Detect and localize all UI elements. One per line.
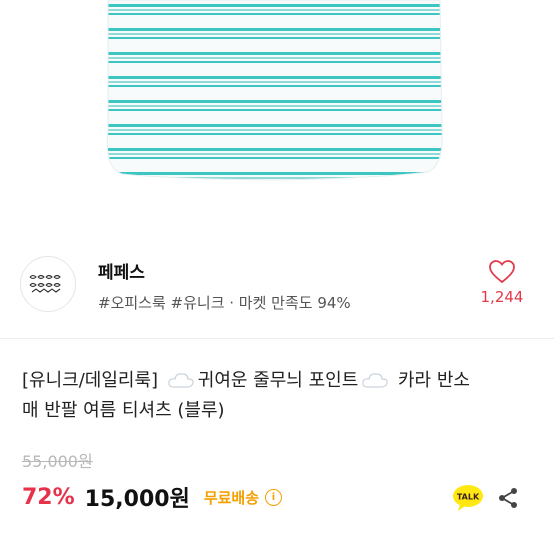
heart-outline-icon	[489, 260, 515, 284]
seller-avatar[interactable]	[20, 256, 76, 312]
like-count: 1,244	[480, 288, 524, 306]
discount-rate: 72%	[22, 484, 75, 510]
seller-tags: #오피스룩 #유니크 · 마켓 만족도 94%	[98, 294, 351, 312]
like-button[interactable]: 1,244	[472, 260, 532, 306]
seller-name[interactable]: 페페스	[98, 258, 145, 283]
free-shipping-label: 무료배송	[203, 488, 260, 507]
kakao-talk-icon: TALK	[453, 485, 483, 511]
cloud-icon	[168, 373, 194, 388]
price-row: 72% 15,000원 무료배송 i	[22, 480, 283, 514]
cloud-icon	[362, 373, 388, 388]
info-circle-icon[interactable]: i	[265, 488, 283, 506]
divider	[0, 338, 554, 339]
seller-info[interactable]: 페페스 #오피스룩 #유니크 · 마켓 만족도 94% 1,244	[0, 240, 554, 328]
share-button[interactable]	[496, 486, 520, 510]
title-tag: [유니크/데일리룩]	[22, 370, 159, 391]
kakao-talk-button[interactable]: TALK	[452, 484, 484, 512]
shipping-info[interactable]: 무료배송 i	[203, 487, 283, 508]
sale-price: 15,000원	[84, 487, 190, 512]
title-line2: 매 반팔 여름 티셔츠 (블루)	[22, 400, 225, 421]
striped-tshirt-image	[106, 0, 443, 181]
title-tail: 카라 반소	[397, 370, 470, 391]
product-photo[interactable]	[0, 0, 554, 238]
title-main: 귀여운 줄무늬 포인트	[197, 370, 359, 391]
original-price: 55,000원	[22, 452, 93, 471]
share-icon	[499, 488, 517, 508]
seller-logo-icon	[29, 274, 61, 293]
product-title: [유니크/데일리룩] 귀여운 줄무늬 포인트 카라 반소 매 반팔 여름 티셔츠…	[22, 366, 542, 426]
svg-text:TALK: TALK	[457, 493, 480, 502]
